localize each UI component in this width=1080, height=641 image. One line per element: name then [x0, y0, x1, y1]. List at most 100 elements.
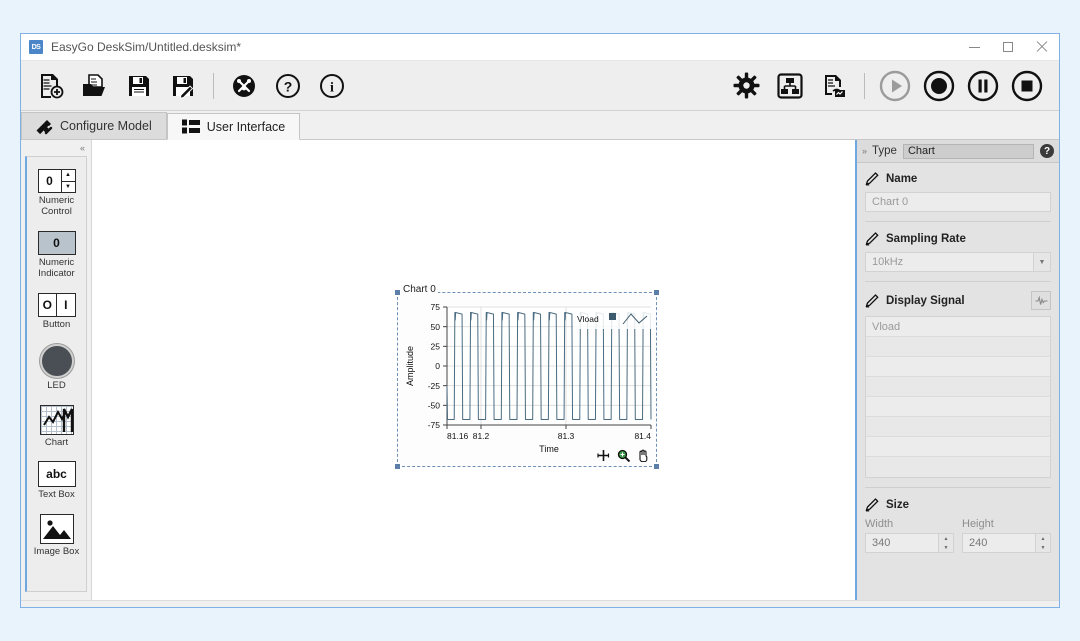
- save-as-button[interactable]: [161, 64, 205, 108]
- numeric-indicator-icon: 0: [37, 230, 76, 255]
- export-report-button[interactable]: [812, 64, 856, 108]
- palette-item-numeric-control-label: Numeric Control: [38, 195, 75, 217]
- save-icon: [129, 75, 149, 96]
- palette-item-chart-label: Chart: [44, 436, 69, 448]
- palette-collapse-icon[interactable]: «: [80, 143, 85, 153]
- palette-item-numeric-indicator[interactable]: 0 Numeric Indicator: [27, 230, 86, 280]
- svg-text:81.4: 81.4: [634, 431, 651, 441]
- save-as-icon: [173, 75, 194, 99]
- tab-configure-model-label: Configure Model: [60, 119, 152, 133]
- model-tree-button[interactable]: [768, 64, 812, 108]
- palette-item-text-box[interactable]: abc Text Box: [27, 461, 86, 501]
- tools-icon: [233, 74, 255, 97]
- stop-icon: [1011, 70, 1043, 101]
- toolbar-left-group: ? i: [29, 64, 354, 108]
- palette-item-numeric-control[interactable]: 0 ▲ ▼ Numeric Control: [27, 169, 86, 218]
- properties-help-icon[interactable]: ?: [1040, 144, 1054, 158]
- svg-text:-75: -75: [428, 420, 441, 430]
- pause-button[interactable]: [961, 64, 1005, 108]
- chevron-down-icon: ▼: [1033, 253, 1050, 271]
- type-value-field[interactable]: Chart: [902, 143, 1034, 159]
- width-stepper-arrows[interactable]: ▲ ▼: [938, 534, 953, 552]
- toolbar-right-group: [724, 64, 1049, 108]
- sampling-rate-select[interactable]: 10kHz ▼: [865, 252, 1051, 272]
- stop-button[interactable]: [1005, 64, 1049, 108]
- wrench-icon: [36, 119, 53, 134]
- divider-1: [865, 221, 1051, 222]
- section-size-title: Size: [886, 498, 910, 511]
- display-signal-list[interactable]: Vload: [865, 316, 1051, 478]
- height-stepper-arrows[interactable]: ▲ ▼: [1035, 534, 1050, 552]
- pause-icon: [967, 70, 999, 101]
- tab-configure-model[interactable]: Configure Model: [21, 112, 167, 139]
- list-item[interactable]: [866, 457, 1050, 477]
- list-item[interactable]: [866, 437, 1050, 457]
- new-file-button[interactable]: [29, 64, 73, 108]
- add-signal-button[interactable]: [1031, 291, 1051, 310]
- export-report-icon: [825, 74, 845, 97]
- design-canvas[interactable]: Chart 0 75 50 25 0 -25 -50 -75 81.16 81.2 81.3 81.…: [92, 140, 855, 600]
- tab-strip: Configure Model User Interface: [21, 111, 1059, 140]
- svg-text:Time: Time: [539, 444, 559, 454]
- properties-body: Name Chart 0 Sampling Rate 10kHz ▼ Displ…: [857, 163, 1059, 600]
- tools-button[interactable]: [222, 64, 266, 108]
- close-button[interactable]: [1025, 34, 1059, 60]
- led-icon: [39, 343, 74, 378]
- cursor-tool-icon[interactable]: [597, 449, 610, 462]
- palette-item-led[interactable]: LED: [27, 343, 86, 392]
- minimize-icon: [968, 46, 980, 48]
- list-item[interactable]: [866, 357, 1050, 377]
- help-icon: ?: [276, 73, 300, 98]
- chart-plot-area: 75 50 25 0 -25 -50 -75 81.16 81.2 81.3 81.4 Time Amp…: [401, 299, 653, 463]
- list-item[interactable]: [866, 377, 1050, 397]
- properties-collapse-icon[interactable]: »: [862, 146, 867, 156]
- maximize-button[interactable]: [991, 34, 1025, 60]
- svg-text:-25: -25: [428, 381, 441, 391]
- window-controls: [957, 34, 1059, 60]
- svg-text:50: 50: [431, 322, 441, 332]
- run-button[interactable]: [873, 64, 917, 108]
- list-item[interactable]: [866, 337, 1050, 357]
- chart-widget[interactable]: Chart 0 75 50 25 0 -25 -50 -75 81.16 81.2 81.3 81.…: [395, 284, 659, 469]
- minimize-button[interactable]: [957, 34, 991, 60]
- help-button[interactable]: ?: [266, 64, 310, 108]
- zoom-tool-icon[interactable]: [617, 449, 630, 462]
- info-icon: i: [320, 73, 344, 98]
- svg-text:Vload: Vload: [577, 314, 599, 324]
- pan-tool-icon[interactable]: [637, 449, 650, 462]
- width-stepper[interactable]: 340 ▲ ▼: [865, 533, 954, 553]
- palette-item-image-box[interactable]: Image Box: [27, 514, 86, 558]
- save-button[interactable]: [117, 64, 161, 108]
- palette-item-text-box-label: Text Box: [38, 489, 75, 501]
- height-stepper[interactable]: 240 ▲ ▼: [962, 533, 1051, 553]
- resize-handle-nw[interactable]: [395, 290, 400, 295]
- section-size: Size Width 340 ▲ ▼ Height 240 ▲ ▼: [865, 497, 1051, 553]
- record-icon: [923, 70, 955, 101]
- palette-header: «: [21, 140, 91, 156]
- pencil-icon: [865, 172, 879, 186]
- list-item[interactable]: Vload: [866, 317, 1050, 337]
- palette-item-led-label: LED: [47, 379, 66, 391]
- name-input[interactable]: Chart 0: [865, 192, 1051, 212]
- resize-handle-se[interactable]: [654, 464, 659, 469]
- new-file-icon: [41, 73, 64, 98]
- open-file-button[interactable]: [73, 64, 117, 108]
- svg-text:0: 0: [435, 361, 440, 371]
- resize-handle-ne[interactable]: [654, 290, 659, 295]
- width-field-group: Width 340 ▲ ▼: [865, 518, 954, 553]
- palette-item-button[interactable]: O I Button: [27, 292, 86, 331]
- palette-item-chart[interactable]: Chart: [27, 404, 86, 449]
- about-button[interactable]: i: [310, 64, 354, 108]
- list-item[interactable]: [866, 397, 1050, 417]
- list-item[interactable]: [866, 417, 1050, 437]
- resize-handle-sw[interactable]: [395, 464, 400, 469]
- image-box-icon: [39, 514, 74, 545]
- settings-button[interactable]: [724, 64, 768, 108]
- tab-user-interface[interactable]: User Interface: [166, 113, 301, 140]
- section-display-signal: Display Signal Vload: [865, 291, 1051, 478]
- open-folder-icon: [83, 73, 105, 96]
- width-value: 340: [872, 537, 891, 549]
- record-button[interactable]: [917, 64, 961, 108]
- size-fields: Width 340 ▲ ▼ Height 240 ▲ ▼: [865, 518, 1051, 553]
- toolbar-separator-1: [213, 72, 214, 99]
